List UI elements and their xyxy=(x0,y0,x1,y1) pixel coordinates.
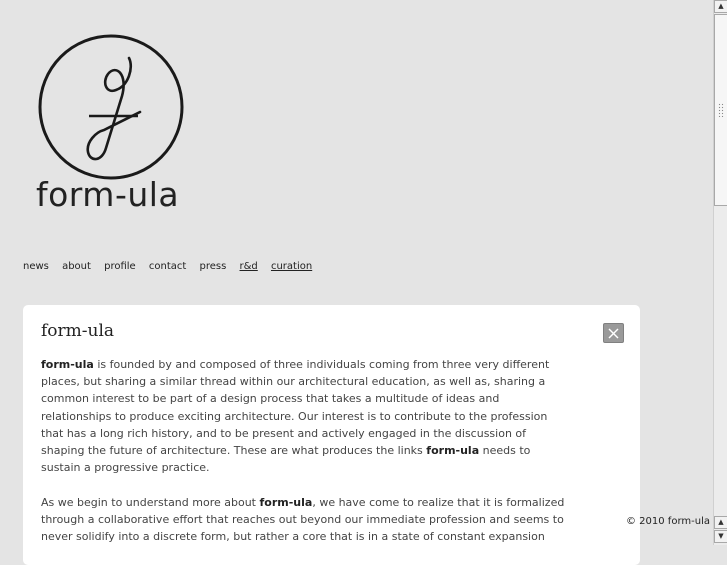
close-icon xyxy=(608,328,619,338)
scroll-up-button[interactable]: ▲ xyxy=(714,0,727,13)
logo-wordmark: form-ula xyxy=(36,175,180,214)
content-panel: form-ula form-ula is founded by and comp… xyxy=(23,305,640,565)
nav-press[interactable]: press xyxy=(200,261,227,272)
nav-news[interactable]: news xyxy=(23,261,49,272)
brand-name: form-ula xyxy=(259,496,313,509)
scroll-down-button[interactable]: ▼ xyxy=(714,530,727,543)
nav-curation[interactable]: curation xyxy=(271,261,312,272)
scrollbar-thumb[interactable] xyxy=(714,14,727,206)
nav-rd[interactable]: r&d xyxy=(240,261,258,272)
nav-contact[interactable]: contact xyxy=(149,261,186,272)
paragraph-text: As we begin to understand more about xyxy=(41,496,260,509)
close-button[interactable] xyxy=(603,323,624,343)
main-nav: news about profile contact press r&d cur… xyxy=(23,261,322,272)
copyright-footer: © 2010 form-ula xyxy=(626,516,710,527)
about-paragraph-1: form-ula is founded by and composed of t… xyxy=(41,356,566,476)
about-paragraph-2: As we begin to understand more about for… xyxy=(41,494,566,546)
brand-name: form-ula xyxy=(41,358,94,371)
brand-name: form-ula xyxy=(426,444,480,458)
grip-icon xyxy=(718,103,724,117)
vertical-scrollbar[interactable]: ▲ ▲ ▼ xyxy=(713,0,727,545)
nav-profile[interactable]: profile xyxy=(104,261,136,272)
paragraph-text: is founded by and composed of three indi… xyxy=(41,358,550,458)
scroll-up-button-bottom[interactable]: ▲ xyxy=(714,516,727,529)
nav-about[interactable]: about xyxy=(62,261,91,272)
panel-title: form-ula xyxy=(41,321,115,341)
